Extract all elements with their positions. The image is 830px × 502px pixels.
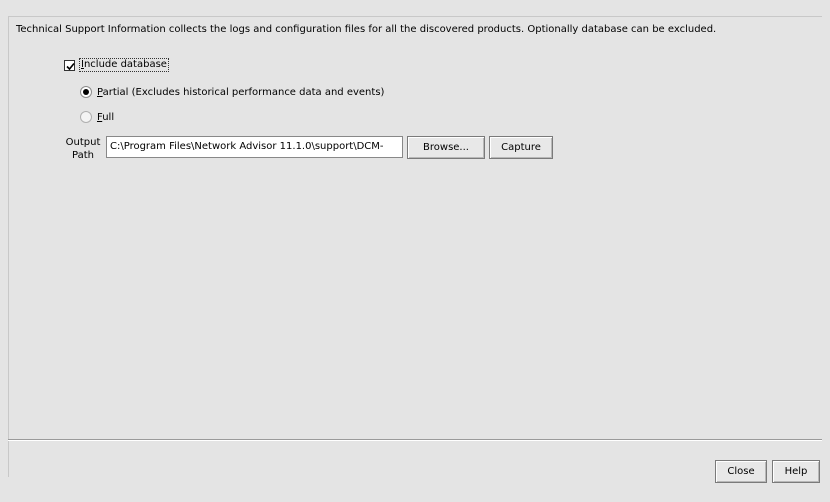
partial-option[interactable]: Partial (Excludes historical performance…: [80, 86, 384, 98]
checkmark-icon: [66, 62, 75, 70]
output-path-label: Output Path: [63, 136, 103, 162]
output-path-input[interactable]: C:\Program Files\Network Advisor 11.1.0\…: [106, 136, 403, 158]
full-option[interactable]: Full: [80, 111, 114, 123]
full-radio[interactable]: [80, 111, 92, 123]
full-label-text: ull: [102, 111, 115, 123]
output-path-label-line2: Path: [72, 150, 94, 161]
help-button[interactable]: Help: [772, 460, 820, 483]
partial-label-text: artial (Excludes historical performance …: [102, 86, 385, 98]
partial-label: Partial (Excludes historical performance…: [97, 87, 384, 98]
browse-button[interactable]: Browse...: [407, 136, 485, 159]
footer-separator: [8, 439, 822, 441]
technical-support-dialog: Technical Support Information collects t…: [0, 0, 830, 502]
partial-radio[interactable]: [80, 86, 92, 98]
include-database-label-text: nclude database: [83, 59, 167, 70]
include-database-checkbox[interactable]: [64, 59, 75, 71]
description-text: Technical Support Information collects t…: [16, 24, 717, 35]
full-label: Full: [97, 112, 114, 123]
capture-button[interactable]: Capture: [489, 136, 553, 159]
include-database-option[interactable]: Include database: [64, 58, 169, 72]
output-path-label-line1: Output: [65, 137, 101, 148]
close-button[interactable]: Close: [715, 460, 767, 483]
include-database-label: Include database: [79, 58, 169, 72]
